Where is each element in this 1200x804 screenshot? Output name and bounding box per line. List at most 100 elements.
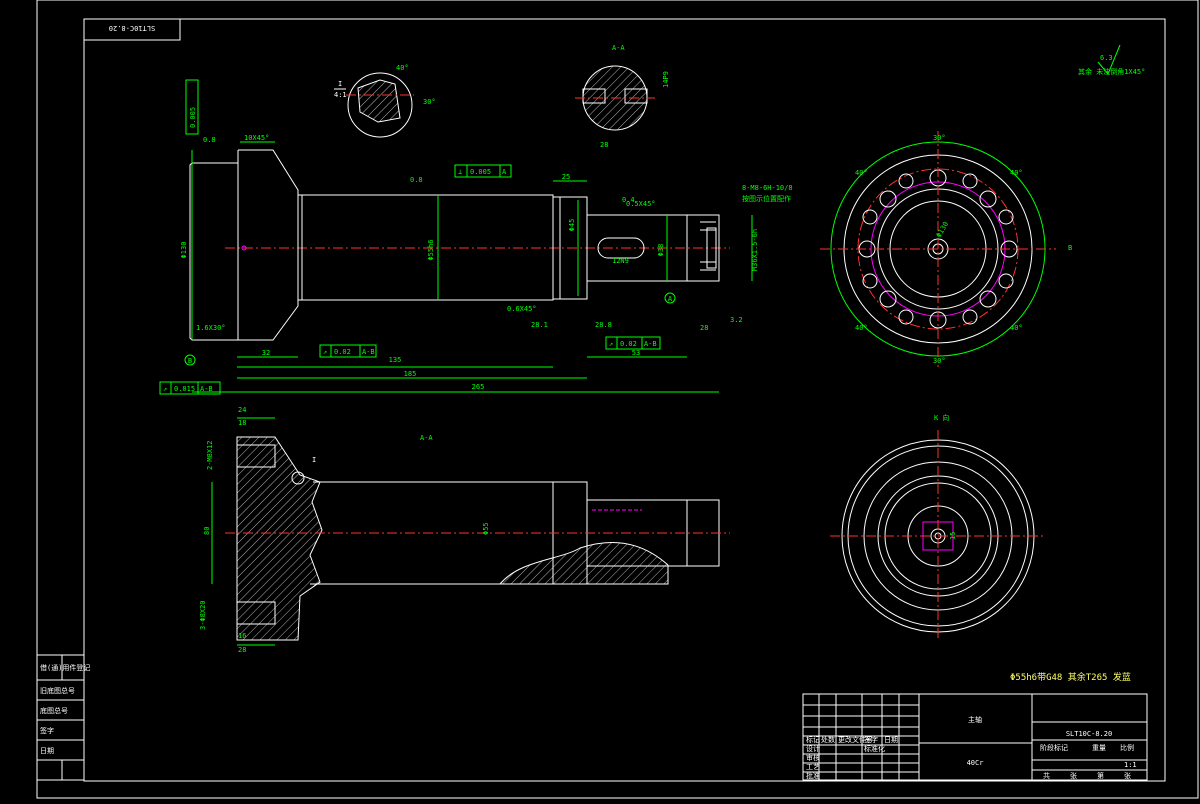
dim-28: 28 [700, 324, 708, 332]
dim-0.6x45: 0.6X45° [507, 305, 537, 313]
gdt-1-value: 0.005 [470, 168, 491, 176]
tb-count: 处数 [821, 735, 835, 744]
shaft-section-hatch [498, 541, 669, 585]
end-view-bolt-circle: 30° 30° 40° 40° 40° 40° B Φ130 [820, 131, 1072, 367]
detail-i-view: I 4:1 40° 30° [334, 64, 436, 138]
dim-10x45: 10X45° [244, 134, 269, 142]
roughness-default: 6.3 [1100, 54, 1113, 62]
gdt-4-value: 0.02 [620, 340, 637, 348]
drawing-svg: SLT10C-8.20 135 185 265 53 32 25 Φ130 Φ5… [36, 0, 1199, 799]
tb-role-process: 工艺 [806, 763, 820, 771]
dim-keyway: 12N9 [612, 257, 629, 265]
gdt-4-ref: A-B [644, 340, 657, 348]
section-a-top: A-A 28 14P9 [575, 44, 670, 149]
tb-role-design: 设计 [806, 744, 820, 753]
detail-angle-30: 30° [423, 98, 436, 106]
section-dim-28-b: 28 [238, 646, 246, 654]
dim-25: 25 [562, 173, 570, 181]
tb-stage: 阶段标记 [1040, 743, 1068, 752]
flange-chamfer [238, 149, 299, 341]
dim-1.6x30: 1.6X30° [196, 324, 226, 332]
dim-holes: 8-M8-6H-10/8 [742, 184, 793, 192]
datum-b-marker: B [188, 357, 192, 365]
gdt-frames: ⟂ 0.005 A ↗ 0.02 A-B ↗ 0.015 A-B ↗ 0.02 … [159, 79, 676, 395]
side-sign: 签字 [40, 726, 54, 735]
gdt-2-symbol: ↗ [323, 348, 327, 356]
tb-sheet-no: 第 [1097, 771, 1104, 780]
side-registration-block: 借(通)用件登记 旧底图总号 底图总号 签字 日期 [36, 654, 90, 781]
tb-mark: 标记 [806, 735, 820, 744]
main-view [189, 149, 730, 341]
tb-total: 共 [1043, 771, 1050, 780]
dim-phi-flange: Φ130 [180, 242, 188, 259]
view-k-dim: 15 [949, 532, 957, 540]
gdt-3-ref: A-B [200, 385, 213, 393]
detail-i-callout: I [312, 456, 316, 464]
tb-role-approve: 批准 [806, 771, 820, 780]
section-dim-28: 28 [600, 141, 608, 149]
bolt-circle-dim: Φ130 [935, 220, 950, 239]
tech-note: Φ55h6带G48 其余T265 发蓝 [1010, 671, 1131, 683]
roughness-0.8: 0.8 [410, 176, 423, 184]
angle-label-bottom: 30° [933, 357, 946, 365]
cad-drawing-viewport[interactable]: SLT10C-8.20 135 185 265 53 32 25 Φ130 Φ5… [0, 0, 1200, 800]
angle-label-tr: 40° [1010, 169, 1023, 177]
tb-part-name: 主轴 [968, 715, 982, 724]
datum-a-marker: A [668, 295, 673, 303]
section-dim-80: 80 [203, 527, 211, 535]
gdt-4-symbol: ↗ [609, 340, 613, 348]
section-view-bottom: A-A I 24 18 16 28 80 Φ55 2-M8X12 3-Φ8X20 [199, 406, 730, 654]
section-dim-16: 16 [238, 632, 246, 640]
dim-28.1: 28.1 [531, 321, 548, 329]
dim-phi-inner: Φ38 [657, 244, 665, 257]
view-k-label: K 向 [934, 413, 949, 422]
tb-scale-value: 1:1 [1124, 761, 1137, 769]
tb-material: 40Cr [967, 759, 984, 767]
section-a-label-bottom: A-A [420, 434, 433, 442]
dim-135: 135 [389, 356, 402, 364]
view-k: K 向 15 [830, 413, 1046, 640]
roughness-3.2: 3.2 [730, 316, 743, 324]
angle-label-bl: 40° [855, 324, 868, 332]
tb-scale-label: 比例 [1120, 743, 1134, 752]
section-a-label-top: A-A [612, 44, 625, 52]
gdt-1-ref: A [502, 168, 507, 176]
dim-53: 53 [632, 349, 640, 357]
tb-sheets-2: 张 [1124, 771, 1131, 780]
section-dim-holes-3: 3-Φ8X20 [199, 600, 207, 630]
tb-sheets-1: 张 [1070, 771, 1077, 780]
tb-role-review: 审核 [806, 753, 820, 762]
dim-holes-note: 按图示位置配作 [742, 194, 791, 203]
side-reg-label: 借(通)用件登记 [40, 663, 90, 672]
gdt-2-ref: A-B [362, 348, 375, 356]
gdt-1-symbol: ⟂ [458, 168, 462, 176]
note-top-right: 其余 未注倒角1X45° [1078, 67, 1145, 76]
side-old-drawing: 旧底图总号 [40, 686, 75, 695]
section-dim-phi-shaft: Φ55 [482, 522, 490, 535]
section-dim-18: 18 [238, 419, 246, 427]
dim-185: 185 [404, 370, 417, 378]
detail-angle-40: 40° [396, 64, 409, 72]
section-dim-holes-2: 2-M8X12 [206, 440, 214, 470]
tb-sign: 签字 [864, 735, 878, 744]
gdt-2-value: 0.02 [334, 348, 351, 356]
tb-weight: 重量 [1092, 744, 1106, 752]
dim-thread: M36X1.5-6h [751, 229, 759, 271]
flange-left [189, 162, 239, 341]
dim-32: 32 [262, 349, 270, 357]
dim-phi-main: Φ55h6 [427, 239, 435, 260]
gdt-3-symbol: ↗ [163, 385, 167, 393]
detail-label: I [338, 80, 342, 88]
dim-28.8: 28.8 [595, 321, 612, 329]
roughness-0.4: 0.4 [622, 196, 635, 204]
section-dim-24: 24 [238, 406, 246, 414]
detail-scale: 4:1 [334, 91, 347, 99]
angle-label-br: 40° [1010, 324, 1023, 332]
roughness-0.8-left: 0.8 [203, 136, 216, 144]
gdt-3-value: 0.015 [174, 385, 195, 393]
tb-date: 日期 [884, 736, 898, 744]
side-date: 日期 [40, 747, 54, 755]
tb-drawing-no: SLT10C-8.20 [1066, 730, 1112, 738]
drawing-number-rotated: SLT10C-8.20 [109, 24, 155, 32]
dim-265: 265 [472, 383, 485, 391]
